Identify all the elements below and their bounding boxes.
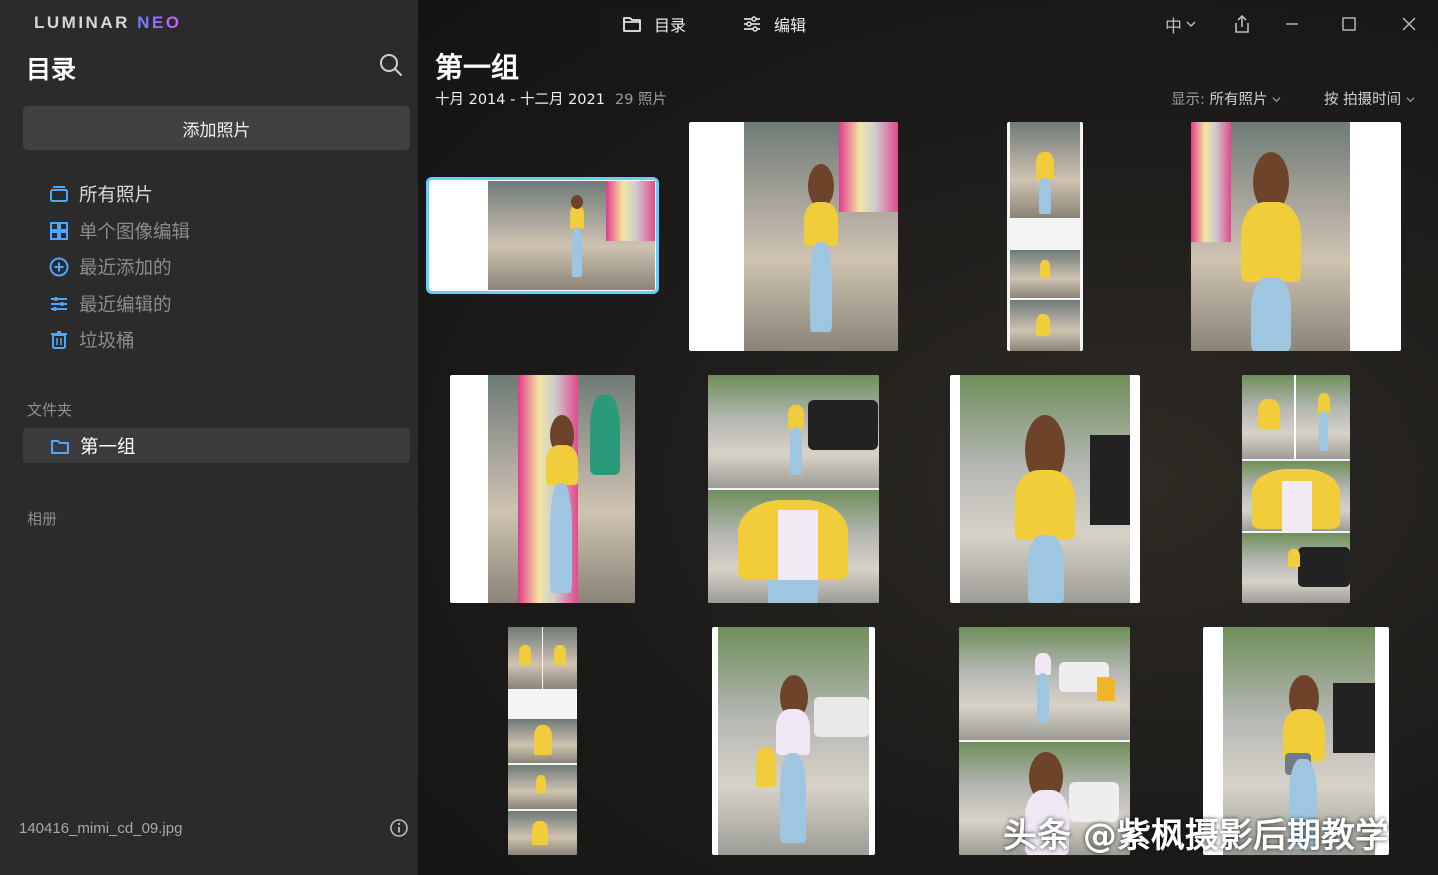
folder-item-label: 第一组: [80, 436, 136, 458]
show-filter-value: 所有照片: [1209, 92, 1268, 108]
catalog-nav: 所有照片 单个图像编辑 最近添加的 最近编辑的 垃圾桶: [48, 176, 190, 359]
photo-thumbnail[interactable]: [712, 627, 875, 855]
nav-item-label: 单个图像编辑: [79, 221, 191, 243]
chevron-down-icon: [1186, 21, 1196, 28]
date-range-text: 十月 2014 - 十二月 2021: [435, 92, 605, 108]
nav-item-all-photos[interactable]: 所有照片: [48, 176, 190, 213]
trash-icon: [51, 331, 67, 350]
tab-label: 编辑: [774, 16, 807, 35]
folders-section-label: 文件夹: [27, 401, 73, 419]
share-icon[interactable]: [1228, 10, 1256, 38]
maximize-icon[interactable]: [1335, 10, 1363, 38]
plus-circle-icon: [49, 257, 69, 277]
grid-icon: [50, 221, 68, 240]
photo-thumbnail[interactable]: [426, 177, 659, 294]
photo-thumbnail[interactable]: [1007, 122, 1083, 351]
photo-thumbnail[interactable]: [950, 375, 1140, 603]
sliders-icon: [51, 296, 67, 311]
nav-item-recently-edited[interactable]: 最近编辑的: [48, 286, 190, 323]
tab-edit[interactable]: 编辑: [720, 8, 828, 40]
stack-icon: [50, 186, 68, 203]
show-filter-label: 显示:: [1171, 92, 1205, 108]
nav-item-label: 垃圾桶: [79, 331, 135, 353]
search-icon[interactable]: [378, 52, 404, 78]
photo-thumbnail[interactable]: [708, 375, 879, 603]
nav-item-recently-added[interactable]: 最近添加的: [48, 249, 190, 286]
nav-item-trash[interactable]: 垃圾桶: [48, 322, 190, 359]
current-file-name: 140416_mimi_cd_09.jpg: [19, 820, 183, 837]
folder-icon: [623, 17, 641, 32]
albums-section-label: 相册: [27, 510, 58, 528]
photo-count: 29 照片: [614, 92, 668, 108]
tab-catalog[interactable]: 目录: [600, 8, 709, 40]
watermark-text: 头条 @紫枫摄影后期教学: [1003, 816, 1389, 856]
chevron-down-icon: [1272, 97, 1281, 103]
language-value: 中: [1165, 16, 1182, 37]
folder-item-group1[interactable]: 第一组: [23, 428, 410, 463]
folder-icon: [51, 439, 69, 454]
date-range: 十月 2014 - 十二月 2021 29 照片: [435, 88, 667, 109]
close-icon[interactable]: [1395, 10, 1423, 38]
catalog-title: 目录: [26, 55, 77, 84]
nav-item-label: 最近编辑的: [79, 294, 172, 316]
nav-item-label: 所有照片: [79, 185, 154, 207]
photo-thumbnail[interactable]: [1191, 122, 1401, 351]
group-title: 第一组: [435, 51, 520, 84]
tab-label: 目录: [654, 16, 687, 35]
minimize-icon[interactable]: [1278, 10, 1306, 38]
info-icon[interactable]: [389, 818, 409, 838]
sort-dropdown[interactable]: 按 拍摄时间: [1324, 88, 1415, 109]
chevron-down-icon: [1406, 97, 1415, 103]
main-area: 目录 编辑 中 第一组 十月 2014 - 十二月 2021 29 照片 显示: …: [418, 0, 1438, 875]
photo-thumbnail[interactable]: [450, 375, 635, 603]
nav-item-single-edits[interactable]: 单个图像编辑: [48, 213, 190, 250]
app-logo: LUMINAR NEO: [34, 13, 182, 32]
sort-label: 按 拍摄时间: [1324, 92, 1402, 108]
photo-thumbnail[interactable]: [508, 627, 577, 855]
photo-thumbnail[interactable]: [1242, 375, 1350, 603]
show-filter-dropdown[interactable]: 显示: 所有照片: [1171, 88, 1281, 109]
language-selector[interactable]: 中: [1160, 10, 1202, 38]
nav-item-label: 最近添加的: [79, 258, 172, 280]
photo-thumbnail[interactable]: [689, 122, 898, 351]
add-photos-button[interactable]: 添加照片: [23, 106, 410, 150]
sliders-icon: [744, 16, 760, 32]
sidebar: LUMINAR NEO 目录 添加照片 所有照片 单个图像编辑 最近添加的 最近…: [0, 0, 418, 875]
